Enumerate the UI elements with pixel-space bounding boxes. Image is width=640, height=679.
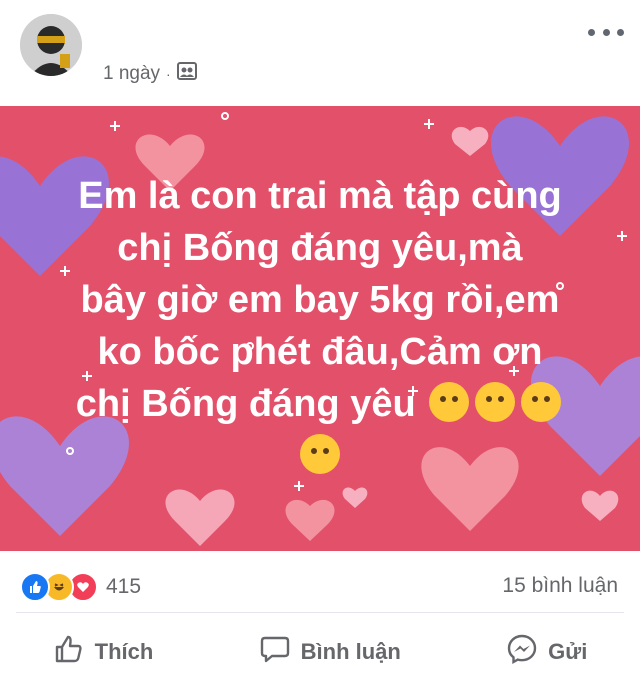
send-button[interactable]: Gửi	[506, 633, 587, 671]
friends-icon	[176, 62, 197, 86]
post-stats: 415 15 bình luận	[0, 562, 640, 610]
face-blowing-kiss-emoji	[300, 434, 340, 474]
post-time[interactable]: 1 ngày	[103, 63, 160, 85]
more-options-icon[interactable]	[588, 22, 624, 42]
comment-label: Bình luận	[300, 639, 401, 664]
face-blowing-kiss-emoji	[521, 382, 562, 422]
like-button[interactable]: Thích	[53, 633, 154, 671]
messenger-icon	[506, 633, 538, 671]
post-meta: 1 ngày ·	[103, 61, 197, 87]
like-label: Thích	[94, 639, 154, 664]
thumbs-up-icon	[53, 633, 85, 671]
action-bar: Thích Bình luận Gửi	[0, 630, 640, 674]
like-icon	[20, 572, 50, 602]
reaction-count: 415	[106, 575, 142, 598]
post-line: chị Bống đáng yêu	[75, 383, 416, 425]
post-line: Em là con trai mà tập cùng	[78, 175, 562, 217]
post-line: chị Bống đáng yêu,mà	[117, 227, 523, 269]
comment-count[interactable]: 15 bình luận	[502, 574, 618, 598]
comment-bubble-icon	[259, 633, 291, 671]
reactions-summary[interactable]: 415	[20, 572, 141, 602]
divider	[16, 612, 624, 613]
post-line: bây giờ em bay 5kg rồi,em	[80, 279, 560, 321]
smiling-face-with-hearts-emoji	[429, 382, 470, 422]
avatar[interactable]	[20, 14, 82, 76]
send-label: Gửi	[548, 639, 588, 664]
meta-separator: ·	[166, 66, 171, 82]
comment-button[interactable]: Bình luận	[259, 633, 401, 671]
post-background: Em là con trai mà tập cùng chị Bống đáng…	[0, 106, 640, 551]
smiling-face-with-hearts-emoji	[475, 382, 516, 422]
post-line: ko bốc phét đâu,Cảm ơn	[97, 331, 543, 373]
post-text: Em là con trai mà tập cùng chị Bống đáng…	[30, 170, 610, 482]
post-header: 1 ngày ·	[0, 0, 640, 106]
